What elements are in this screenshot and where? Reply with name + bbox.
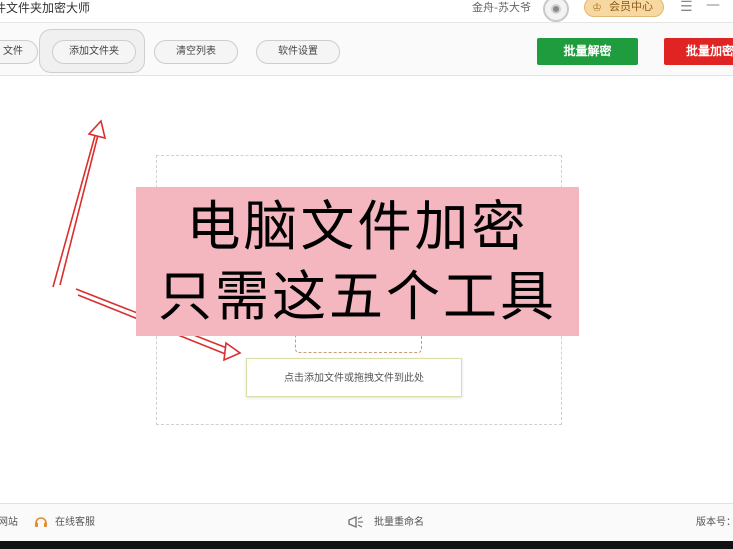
status-bar: 网站 在线客服 批量重命名 版本号： [0, 503, 733, 541]
add-folder-button[interactable]: 添加文件夹 [52, 40, 136, 64]
member-center-label: 会员中心 [609, 0, 653, 13]
hamburger-menu-icon[interactable]: ☰ [680, 0, 693, 15]
file-list-area[interactable]: 点击添加文件或拖拽文件到此处 电脑文件加密 只需这五个工具 [0, 77, 733, 503]
batch-rename-link[interactable]: 批量重命名 [374, 516, 424, 530]
website-link[interactable]: 网站 [0, 516, 18, 530]
avatar[interactable] [543, 0, 569, 22]
online-service-link[interactable]: 在线客服 [55, 516, 95, 530]
username: 金舟-苏大爷 [472, 1, 531, 14]
add-file-button[interactable]: 文件 [0, 40, 38, 64]
title-bar: 件文件夹加密大师 金舟-苏大爷 ♔ 会员中心 ☰ — [0, 0, 733, 22]
settings-button[interactable]: 软件设置 [256, 40, 340, 64]
minimize-icon[interactable]: — [706, 0, 720, 13]
member-center-button[interactable]: ♔ 会员中心 [584, 0, 664, 17]
clear-list-button[interactable]: 清空列表 [154, 40, 238, 64]
batch-encrypt-button[interactable]: 批量加密 [664, 38, 733, 65]
crown-icon: ♔ [592, 1, 602, 14]
version-label: 版本号： [696, 517, 733, 528]
promo-overlay: 电脑文件加密 只需这五个工具 [136, 187, 579, 336]
promo-line-1: 电脑文件加密 [186, 195, 529, 258]
toolbar: 文件 添加文件夹 清空列表 软件设置 批量解密 批量加密 [0, 22, 733, 76]
headset-icon[interactable] [34, 515, 48, 529]
batch-decrypt-button[interactable]: 批量解密 [537, 38, 638, 65]
megaphone-icon[interactable] [347, 514, 365, 530]
app-title: 件文件夹加密大师 [0, 1, 91, 15]
bottom-edge [0, 541, 733, 549]
promo-line-2: 只需这五个工具 [158, 265, 557, 328]
arrow-up-icon [52, 119, 107, 288]
